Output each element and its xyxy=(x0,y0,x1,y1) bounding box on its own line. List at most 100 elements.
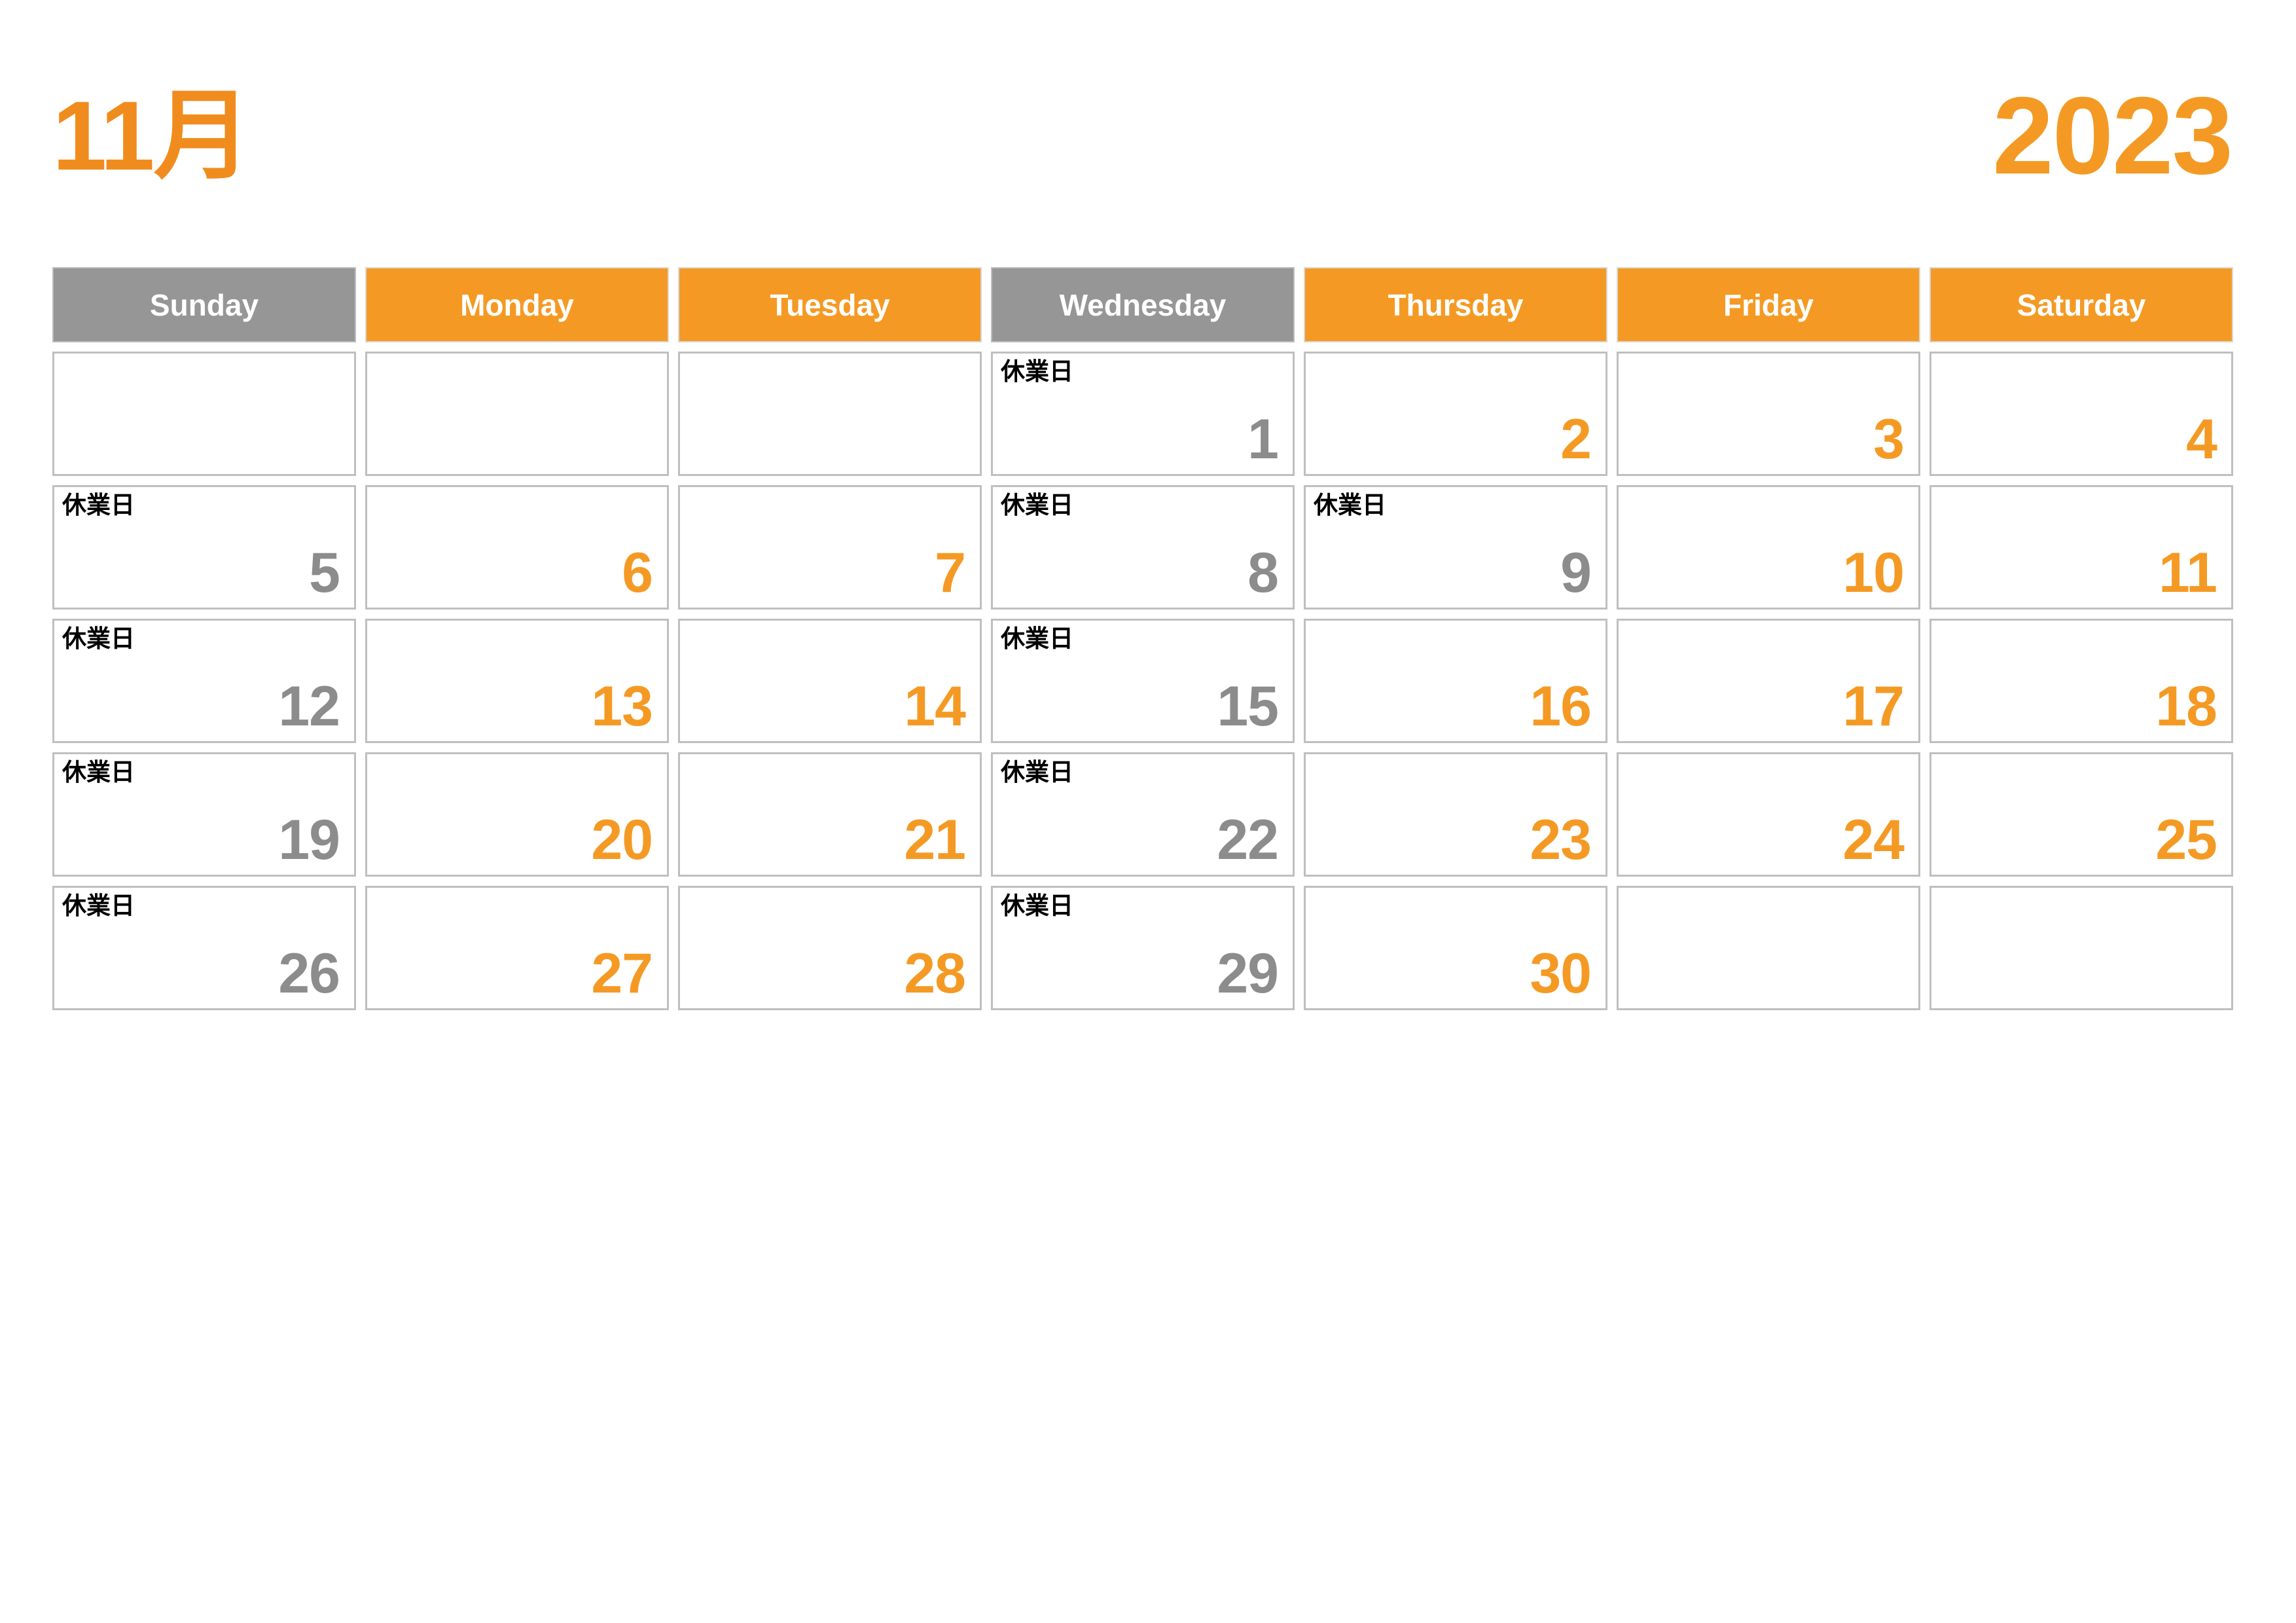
day-number: 9 xyxy=(1560,541,1592,604)
calendar-weeks: 休業日 1 2 3 4 休業日 5 6 7 休業日 8 休業日 9 10 11 休業日 12 13 14 休業日 15 1… xyxy=(52,348,2233,1010)
calendar-day-cell[interactable]: 16 xyxy=(1304,619,1607,743)
calendar-empty-cell xyxy=(1929,886,2233,1010)
day-number: 8 xyxy=(1247,541,1279,604)
weekday-header-wednesday: Wednesday xyxy=(991,267,1295,342)
calendar-day-cell[interactable]: 休業日 9 xyxy=(1304,485,1607,610)
calendar-day-cell[interactable]: 休業日 22 xyxy=(991,752,1295,877)
day-number: 14 xyxy=(904,674,966,738)
weekday-header-sunday: Sunday xyxy=(52,267,356,342)
day-number: 26 xyxy=(278,941,340,1005)
weekday-header-tuesday: Tuesday xyxy=(678,267,982,342)
day-number: 12 xyxy=(278,674,340,738)
day-number: 1 xyxy=(1247,407,1279,471)
day-number: 13 xyxy=(591,674,653,738)
calendar-day-cell[interactable]: 25 xyxy=(1929,752,2233,877)
day-number: 21 xyxy=(904,808,966,871)
calendar-day-cell[interactable]: 30 xyxy=(1304,886,1607,1010)
weekday-header-label: Tuesday xyxy=(770,287,890,322)
day-number: 30 xyxy=(1530,941,1592,1005)
weekday-header-label: Thursday xyxy=(1388,287,1524,322)
closed-day-label: 休業日 xyxy=(1001,492,1073,519)
calendar-empty-cell xyxy=(52,352,356,476)
closed-day-label: 休業日 xyxy=(62,892,135,919)
calendar-day-cell[interactable]: 休業日 26 xyxy=(52,886,356,1010)
weekday-header-label: Saturday xyxy=(2017,287,2146,322)
day-number: 15 xyxy=(1217,674,1279,738)
day-number: 11 xyxy=(2159,541,2217,604)
day-number: 24 xyxy=(1842,808,1905,871)
calendar-day-cell[interactable]: 6 xyxy=(365,485,669,610)
closed-day-label: 休業日 xyxy=(62,492,135,519)
day-number: 7 xyxy=(935,541,966,604)
calendar-day-cell[interactable]: 17 xyxy=(1617,619,1920,743)
day-number: 27 xyxy=(591,941,653,1005)
calendar-week-row: 休業日 19 20 21 休業日 22 23 24 25 xyxy=(52,752,2233,877)
day-number: 5 xyxy=(309,541,340,604)
closed-day-label: 休業日 xyxy=(1314,492,1386,519)
calendar-day-cell[interactable]: 21 xyxy=(678,752,982,877)
day-number: 25 xyxy=(2155,808,2217,871)
day-number: 18 xyxy=(2155,674,2217,738)
day-number: 10 xyxy=(1842,541,1905,604)
day-number: 29 xyxy=(1217,941,1279,1005)
calendar-empty-cell xyxy=(365,352,669,476)
calendar-day-cell[interactable]: 10 xyxy=(1617,485,1920,610)
closed-day-label: 休業日 xyxy=(62,759,135,786)
calendar-day-cell[interactable]: 27 xyxy=(365,886,669,1010)
calendar-page: 11月 2023 Sunday Monday Tuesday Wednesday Thu… xyxy=(0,0,2296,1623)
weekday-header-label: Sunday xyxy=(149,287,259,322)
calendar-empty-cell xyxy=(1617,886,1920,1010)
calendar-week-row: 休業日 26 27 28 休業日 29 30 xyxy=(52,886,2233,1010)
calendar-day-cell[interactable]: 休業日 29 xyxy=(991,886,1295,1010)
calendar-day-cell[interactable]: 7 xyxy=(678,485,982,610)
calendar-day-cell[interactable]: 23 xyxy=(1304,752,1607,877)
weekday-header-label: Friday xyxy=(1723,287,1814,322)
day-number: 17 xyxy=(1842,674,1905,738)
day-number: 28 xyxy=(904,941,966,1005)
day-number: 6 xyxy=(622,541,653,604)
calendar-day-cell[interactable]: 休業日 12 xyxy=(52,619,356,743)
calendar-week-row: 休業日 5 6 7 休業日 8 休業日 9 10 11 xyxy=(52,485,2233,610)
page-title-month: 11月 xyxy=(52,81,252,191)
closed-day-label: 休業日 xyxy=(1001,625,1073,652)
calendar-day-cell[interactable]: 休業日 1 xyxy=(991,352,1295,476)
calendar-day-cell[interactable]: 24 xyxy=(1617,752,1920,877)
day-number: 20 xyxy=(591,808,653,871)
calendar-day-cell[interactable]: 28 xyxy=(678,886,982,1010)
weekday-header-friday: Friday xyxy=(1617,267,1920,342)
closed-day-label: 休業日 xyxy=(1001,892,1073,919)
day-number: 19 xyxy=(278,808,340,871)
calendar-grid: Sunday Monday Tuesday Wednesday Thursday Frid… xyxy=(52,267,2233,1010)
closed-day-label: 休業日 xyxy=(62,625,135,652)
calendar-title-row: 11月 2023 xyxy=(52,73,2233,198)
day-number: 4 xyxy=(2186,407,2217,471)
closed-day-label: 休業日 xyxy=(1001,358,1073,385)
weekday-header-label: Monday xyxy=(460,287,574,322)
calendar-day-cell[interactable]: 3 xyxy=(1617,352,1920,476)
calendar-day-cell[interactable]: 4 xyxy=(1929,352,2233,476)
day-number: 2 xyxy=(1560,407,1592,471)
calendar-day-cell[interactable]: 休業日 15 xyxy=(991,619,1295,743)
calendar-day-cell[interactable]: 11 xyxy=(1929,485,2233,610)
weekday-header-row: Sunday Monday Tuesday Wednesday Thursday Frid… xyxy=(52,267,2233,342)
calendar-day-cell[interactable]: 休業日 8 xyxy=(991,485,1295,610)
calendar-week-row: 休業日 1 2 3 4 xyxy=(52,352,2233,476)
calendar-day-cell[interactable]: 2 xyxy=(1304,352,1607,476)
weekday-header-saturday: Saturday xyxy=(1929,267,2233,342)
weekday-header-thursday: Thursday xyxy=(1304,267,1607,342)
calendar-day-cell[interactable]: 18 xyxy=(1929,619,2233,743)
calendar-week-row: 休業日 12 13 14 休業日 15 16 17 18 xyxy=(52,619,2233,743)
calendar-day-cell[interactable]: 20 xyxy=(365,752,669,877)
page-title-year: 2023 xyxy=(1992,74,2233,197)
calendar-day-cell[interactable]: 休業日 5 xyxy=(52,485,356,610)
day-number: 16 xyxy=(1530,674,1592,738)
calendar-day-cell[interactable]: 14 xyxy=(678,619,982,743)
calendar-day-cell[interactable]: 休業日 19 xyxy=(52,752,356,877)
calendar-empty-cell xyxy=(678,352,982,476)
weekday-header-monday: Monday xyxy=(365,267,669,342)
closed-day-label: 休業日 xyxy=(1001,759,1073,786)
calendar-day-cell[interactable]: 13 xyxy=(365,619,669,743)
day-number: 22 xyxy=(1217,808,1279,871)
weekday-header-label: Wednesday xyxy=(1059,287,1227,322)
day-number: 23 xyxy=(1530,808,1592,871)
